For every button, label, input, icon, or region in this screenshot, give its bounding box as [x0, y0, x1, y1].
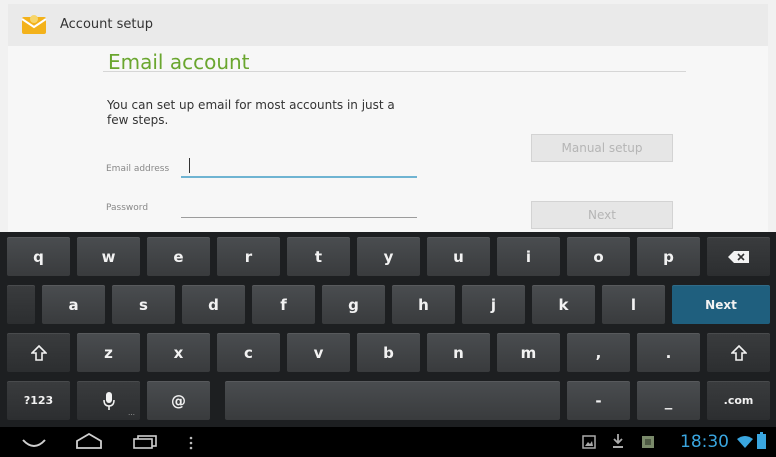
status-clock: 18:30: [680, 432, 729, 452]
key-period[interactable]: .: [637, 333, 700, 372]
key-o[interactable]: o: [567, 237, 630, 276]
key-m[interactable]: m: [497, 333, 560, 372]
shift-icon: [30, 344, 47, 361]
password-label: Password: [106, 203, 149, 213]
action-bar: Account setup: [8, 4, 768, 47]
notification-icon: [641, 434, 655, 453]
key-l[interactable]: l: [602, 285, 665, 324]
download-icon: [612, 433, 624, 453]
menu-icon[interactable]: [189, 435, 193, 454]
key-t[interactable]: t: [287, 237, 350, 276]
key-w[interactable]: w: [77, 237, 140, 276]
key-c[interactable]: c: [217, 333, 280, 372]
back-icon[interactable]: [22, 435, 46, 454]
key-h[interactable]: h: [392, 285, 455, 324]
key-d[interactable]: d: [182, 285, 245, 324]
manual-setup-button[interactable]: Manual setup: [531, 134, 673, 162]
key-z[interactable]: z: [77, 333, 140, 372]
key-dash[interactable]: -: [567, 381, 630, 420]
key-j[interactable]: j: [462, 285, 525, 324]
title-divider: [103, 71, 686, 72]
home-icon[interactable]: [75, 432, 103, 453]
key-underscore[interactable]: _: [637, 381, 700, 420]
dotcom-key[interactable]: .com: [707, 381, 770, 420]
account-setup-form: Email account You can set up email for m…: [8, 46, 768, 232]
email-field[interactable]: [181, 156, 417, 178]
app-title: Account setup: [60, 17, 153, 32]
keyboard-spacer-left: [7, 285, 35, 324]
soft-keyboard: q w e r t y u i o p a s d f g h j k l Ne…: [0, 232, 776, 427]
key-b[interactable]: b: [357, 333, 420, 372]
key-f[interactable]: f: [252, 285, 315, 324]
email-label: Email address: [106, 164, 170, 174]
backspace-icon: [727, 250, 749, 263]
key-comma[interactable]: ,: [567, 333, 630, 372]
recent-apps-icon[interactable]: [133, 434, 157, 453]
key-q[interactable]: q: [7, 237, 70, 276]
key-at[interactable]: @: [147, 381, 210, 420]
voice-input-key[interactable]: …: [77, 381, 140, 420]
space-bar[interactable]: [225, 381, 560, 420]
key-g[interactable]: g: [322, 285, 385, 324]
next-button[interactable]: Next: [531, 201, 673, 229]
key-k[interactable]: k: [532, 285, 595, 324]
wifi-icon: [737, 434, 753, 453]
intro-text: You can set up email for most accounts i…: [107, 98, 395, 127]
key-r[interactable]: r: [217, 237, 280, 276]
key-n[interactable]: n: [427, 333, 490, 372]
key-p[interactable]: p: [637, 237, 700, 276]
shift-icon: [730, 344, 747, 361]
keyboard-next-key[interactable]: Next: [672, 285, 770, 324]
backspace-key[interactable]: [707, 237, 770, 276]
text-cursor: [189, 158, 190, 173]
shift-key-left[interactable]: [7, 333, 70, 372]
key-a[interactable]: a: [42, 285, 105, 324]
symbols-key[interactable]: ?123: [7, 381, 70, 420]
system-nav-bar: 18:30: [0, 427, 776, 457]
screen: Account setup Email account You can set …: [0, 0, 776, 457]
shift-key-right[interactable]: [707, 333, 770, 372]
email-app-icon[interactable]: [21, 14, 47, 36]
screenshot-icon: [582, 434, 596, 453]
key-x[interactable]: x: [147, 333, 210, 372]
key-s[interactable]: s: [112, 285, 175, 324]
key-y[interactable]: y: [357, 237, 420, 276]
key-v[interactable]: v: [287, 333, 350, 372]
key-i[interactable]: i: [497, 237, 560, 276]
battery-icon: [757, 432, 766, 453]
microphone-icon: [102, 391, 115, 410]
key-u[interactable]: u: [427, 237, 490, 276]
password-field[interactable]: [181, 206, 417, 218]
key-e[interactable]: e: [147, 237, 210, 276]
